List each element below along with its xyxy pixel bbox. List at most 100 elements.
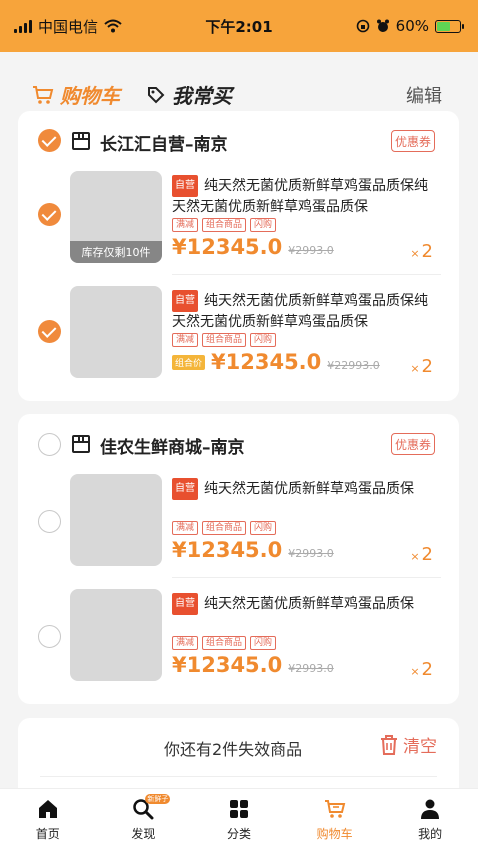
combo-price-badge: 组合价 <box>172 354 206 370</box>
store-checkbox[interactable] <box>38 433 61 456</box>
store-name[interactable]: 佳农生鲜商城–南京 <box>100 433 245 458</box>
self-operated-badge: 自营 <box>172 478 198 500</box>
tab-often-bought[interactable]: 我常买 <box>146 80 232 109</box>
clear-invalid-button[interactable]: 清空 <box>379 732 437 757</box>
status-bar: 中国电信 下午2:01 60% <box>0 0 478 52</box>
discover-badge: 新鲜子 <box>145 793 171 804</box>
promo-tags: 满减 组合商品 闪购 <box>172 218 277 232</box>
promo-tag: 闪购 <box>250 521 277 535</box>
tab-profile-label: 我的 <box>418 826 443 841</box>
invalid-items-text: 你还有2件失效商品 <box>164 740 303 759</box>
tab-often-label: 我常买 <box>172 84 232 108</box>
store-header: 佳农生鲜商城–南京 优惠券 <box>18 414 459 470</box>
quantity[interactable]: × 2 <box>410 544 433 565</box>
product-title[interactable]: 自营 纯天然无菌优质新鲜草鸡蛋品质保纯天然无菌优质新鲜草鸡蛋品质保 <box>172 290 440 332</box>
self-operated-badge: 自营 <box>172 593 198 615</box>
tab-category[interactable]: 分类 <box>199 798 279 842</box>
original-price: ¥22993.0 <box>327 359 380 372</box>
promo-tag: 闪购 <box>250 218 277 232</box>
promo-tags: 满减 组合商品 闪购 <box>172 333 277 347</box>
original-price: ¥2993.0 <box>288 244 334 257</box>
quantity-multiplier: × <box>410 247 420 260</box>
tab-cart-bottom-label: 购物车 <box>316 826 353 841</box>
quantity-multiplier: × <box>410 665 420 678</box>
divider <box>172 274 441 275</box>
store-checkbox[interactable] <box>38 129 61 152</box>
carrier-label: 中国电信 <box>38 17 99 36</box>
quantity-value: 2 <box>421 356 433 377</box>
wifi-icon <box>104 19 122 33</box>
stock-note: 库存仅剩10件 <box>70 241 162 263</box>
product-image[interactable] <box>70 589 162 681</box>
item-checkbox[interactable] <box>38 320 61 343</box>
quantity-multiplier: × <box>410 550 420 563</box>
price-row: ¥12345.0 ¥2993.0 <box>172 653 334 677</box>
tab-category-label: 分类 <box>226 826 251 841</box>
price-row: ¥12345.0 ¥2993.0 <box>172 235 334 259</box>
promo-tag: 闪购 <box>250 636 277 650</box>
category-icon <box>229 799 248 818</box>
product-image[interactable] <box>70 474 162 566</box>
quantity[interactable]: × 2 <box>410 659 433 680</box>
battery-percent: 60% <box>395 17 429 35</box>
item-checkbox[interactable] <box>38 203 61 226</box>
tab-cart-bottom[interactable]: 购物车 <box>295 798 375 842</box>
invalid-items-card: 你还有2件失效商品 清空 <box>18 718 459 788</box>
tab-home-label: 首页 <box>35 826 60 841</box>
cart-icon <box>33 85 54 104</box>
store-icon <box>72 435 90 453</box>
promo-tags: 满减 组合商品 闪购 <box>172 636 277 650</box>
alarm-icon <box>376 19 389 32</box>
price: ¥12345.0 <box>172 653 283 677</box>
tag-icon <box>148 86 165 103</box>
item-checkbox[interactable] <box>38 510 61 533</box>
original-price: ¥2993.0 <box>288 547 334 560</box>
product-image[interactable]: 库存仅剩10件 <box>70 171 162 263</box>
product-title-text: 纯天然无菌优质新鲜草鸡蛋品质保纯天然无菌优质新鲜草鸡蛋品质保 <box>172 178 428 215</box>
product-title-text: 纯天然无菌优质新鲜草鸡蛋品质保纯天然无菌优质新鲜草鸡蛋品质保 <box>172 293 428 330</box>
product-title-text: 纯天然无菌优质新鲜草鸡蛋品质保 <box>204 481 414 497</box>
product-title[interactable]: 自营 纯天然无菌优质新鲜草鸡蛋品质保 <box>172 593 440 615</box>
quantity-multiplier: × <box>410 362 420 375</box>
store-name[interactable]: 长江汇自营–南京 <box>100 130 228 155</box>
status-right: 60% <box>356 17 464 35</box>
cart-item: 自营 纯天然无菌优质新鲜草鸡蛋品质保纯天然无菌优质新鲜草鸡蛋品质保 满减 组合商品… <box>18 286 459 400</box>
coupon-button[interactable]: 优惠券 <box>391 130 435 152</box>
product-image[interactable] <box>70 286 162 378</box>
product-title[interactable]: 自营 纯天然无菌优质新鲜草鸡蛋品质保 <box>172 478 440 500</box>
self-operated-badge: 自营 <box>172 175 198 197</box>
item-checkbox[interactable] <box>38 625 61 648</box>
quantity[interactable]: × 2 <box>410 241 433 262</box>
tab-discover[interactable]: 新鲜子 发现 <box>103 793 183 842</box>
tab-cart[interactable]: 购物车 <box>32 80 120 109</box>
promo-tag: 组合商品 <box>202 333 247 347</box>
tab-cart-label: 购物车 <box>60 84 120 108</box>
tab-profile[interactable]: 我的 <box>390 798 470 842</box>
price-row: ¥12345.0 ¥2993.0 <box>172 538 334 562</box>
bottom-tab-bar: 首页 新鲜子 发现 分类 购物车 我的 <box>0 788 478 850</box>
coupon-button[interactable]: 优惠券 <box>391 433 435 455</box>
clock: 下午2:01 <box>205 17 273 36</box>
price: ¥12345.0 <box>172 538 283 562</box>
original-price: ¥2993.0 <box>288 662 334 675</box>
product-title[interactable]: 自营 纯天然无菌优质新鲜草鸡蛋品质保纯天然无菌优质新鲜草鸡蛋品质保 <box>172 175 440 217</box>
cart-item: 库存仅剩10件 自营 纯天然无菌优质新鲜草鸡蛋品质保纯天然无菌优质新鲜草鸡蛋品质保… <box>18 171 459 285</box>
divider <box>40 776 437 777</box>
divider <box>172 577 441 578</box>
quantity-value: 2 <box>421 241 433 262</box>
price: ¥12345.0 <box>172 235 283 259</box>
signal-icon <box>14 19 32 33</box>
quantity[interactable]: × 2 <box>410 356 433 377</box>
cart-icon <box>324 799 345 818</box>
store-icon <box>72 132 90 150</box>
header-tabs: 购物车 我常买 编辑 <box>0 70 478 114</box>
battery-icon <box>435 19 464 33</box>
quantity-value: 2 <box>421 544 433 565</box>
orientation-lock-icon <box>356 19 369 33</box>
edit-button[interactable]: 编辑 <box>406 82 442 108</box>
promo-tag: 组合商品 <box>202 636 247 650</box>
store-card: 长江汇自营–南京 优惠券 库存仅剩10件 自营 纯天然无菌优质新鲜草鸡蛋品质保纯天… <box>18 111 459 401</box>
promo-tag: 组合商品 <box>202 521 247 535</box>
promo-tag: 满减 <box>172 521 199 535</box>
tab-home[interactable]: 首页 <box>8 798 88 842</box>
